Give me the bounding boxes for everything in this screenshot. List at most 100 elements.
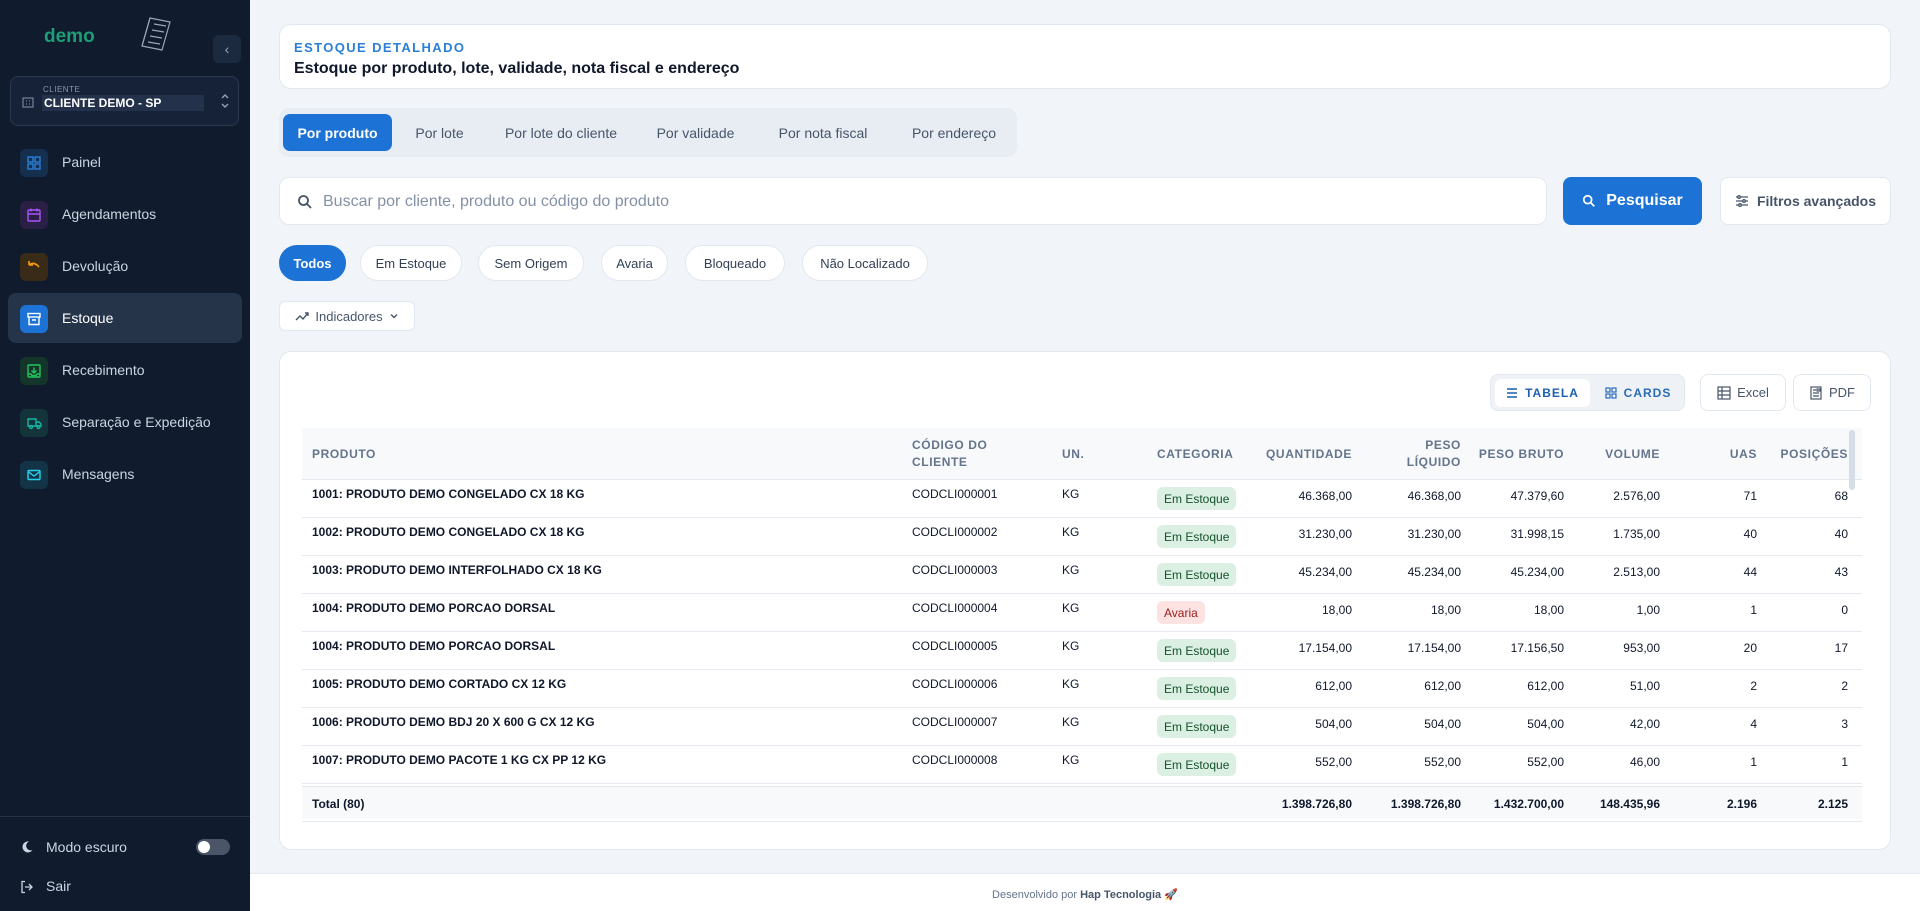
table-scrollbar[interactable] [1849,430,1855,490]
view-tabs: Por produto Por lote Por lote do cliente… [279,108,1017,157]
cell-posicoes: 17 [1834,641,1848,655]
sidebar-item-label: Recebimento [62,362,145,378]
table-row[interactable]: 1004: PRODUTO DEMO PORCAO DORSAL CODCLI00… [302,632,1862,670]
chip-todos[interactable]: Todos [279,245,346,281]
client-label: CLIENTE [43,85,81,94]
advanced-filters-button[interactable]: Filtros avançados [1720,177,1891,225]
column-header-unidade[interactable]: UN. [1062,428,1122,480]
sidebar-item-label: Agendamentos [62,206,157,222]
cell-produto: 1004: PRODUTO DEMO PORCAO DORSAL [312,601,556,615]
footer-brand-link[interactable]: Hap Tecnologia [1080,889,1161,901]
client-name: CLIENTE DEMO - SP [42,95,204,111]
logout-button[interactable]: Sair [20,877,120,897]
cell-codigo-cliente: CODCLI000006 [912,677,998,691]
document-icon [1810,385,1822,400]
sidebar-item-devolucao[interactable]: Devolução [8,241,242,291]
view-table-label: TABELA [1525,386,1579,400]
cell-produto: 1004: PRODUTO DEMO PORCAO DORSAL [312,639,556,653]
cell-codigo-cliente: CODCLI000001 [912,487,998,501]
cell-unidade: KG [1062,639,1080,653]
table-row[interactable]: 1006: PRODUTO DEMO BDJ 20 X 600 G CX 12 … [302,708,1862,746]
cell-uas: 4 [1750,717,1757,731]
undo-icon [20,253,48,281]
sidebar-item-mensagens[interactable]: Mensagens [8,449,242,499]
sidebar-item-agendamentos[interactable]: Agendamentos [8,189,242,239]
column-header-volume[interactable]: VOLUME [1572,428,1660,480]
cell-peso-bruto: 552,00 [1527,755,1564,769]
chip-em-estoque[interactable]: Em Estoque [360,245,462,281]
tab-por-nota-fiscal[interactable]: Por nota fiscal [755,114,891,151]
cell-codigo-cliente: CODCLI000007 [912,715,998,729]
sidebar-item-label: Painel [62,154,101,170]
search-input[interactable] [323,190,1523,214]
sidebar-item-separacao-expedicao[interactable]: Separação e Expedição [8,397,242,447]
column-header-quantidade[interactable]: QUANTIDADE [1252,428,1352,480]
sidebar-item-estoque[interactable]: Estoque [8,293,242,343]
cell-codigo-cliente: CODCLI000008 [912,753,998,767]
collapse-sidebar-button[interactable]: ‹ [213,35,241,63]
cell-uas: 20 [1743,641,1757,655]
table-row[interactable]: 1002: PRODUTO DEMO CONGELADO CX 18 KG COD… [302,518,1862,556]
view-table-button[interactable]: TABELA [1495,379,1590,407]
cell-produto: 1006: PRODUTO DEMO BDJ 20 X 600 G CX 12 … [312,715,595,729]
footer-prefix: Desenvolvido por [992,889,1078,901]
page-header: ESTOQUE DETALHADO Estoque por produto, l… [279,24,1891,89]
chip-avaria[interactable]: Avaria [601,245,668,281]
column-header-posicoes[interactable]: POSIÇÕES [1762,428,1848,480]
column-header-peso-bruto[interactable]: PESO BRUTO [1462,428,1564,480]
column-header-codigo-cliente[interactable]: CÓDIGO DO CLIENTE [912,428,1022,480]
cell-codigo-cliente: CODCLI000004 [912,601,998,615]
column-header-uas[interactable]: UAS [1682,428,1757,480]
search-button-label: Pesquisar [1606,192,1683,209]
indicators-dropdown[interactable]: Indicadores [279,301,415,331]
cell-produto: 1005: PRODUTO DEMO CORTADO CX 12 KG [312,677,567,691]
table-row[interactable]: 1005: PRODUTO DEMO CORTADO CX 12 KG CODCL… [302,670,1862,708]
tab-por-lote[interactable]: Por lote [396,114,483,151]
status-badge: Em Estoque [1157,715,1237,738]
cell-unidade: KG [1062,715,1080,729]
cell-quantidade: 45.234,00 [1298,565,1352,579]
search-icon [298,195,312,209]
footer-credit: Desenvolvido por Hap Tecnologia 🚀 [250,888,1920,901]
tab-por-produto[interactable]: Por produto [283,114,392,151]
sidebar-item-recebimento[interactable]: Recebimento [8,345,242,395]
column-header-categoria[interactable]: CATEGORIA [1157,428,1257,480]
dark-mode-toggle[interactable] [196,839,230,855]
status-badge: Avaria [1157,601,1205,624]
calendar-icon [20,201,48,229]
column-header-peso-liquido[interactable]: PESO LÍQUIDO [1387,428,1461,480]
cell-peso-liquido: 18,00 [1430,603,1461,617]
tab-por-endereco[interactable]: Por endereço [895,114,1013,151]
table-header: PRODUTO CÓDIGO DO CLIENTE UN. CATEGORIA … [302,428,1862,480]
column-header-produto[interactable]: PRODUTO [312,428,612,480]
cell-posicoes: 2 [1841,679,1848,693]
tab-por-validade[interactable]: Por validade [640,114,751,151]
spreadsheet-icon [1717,385,1731,400]
chip-bloqueado[interactable]: Bloqueado [685,245,785,281]
cell-uas: 2 [1750,679,1757,693]
cell-peso-liquido: 31.230,00 [1407,527,1461,541]
cell-peso-bruto: 504,00 [1527,717,1564,731]
status-badge: Em Estoque [1157,753,1237,776]
chip-sem-origem[interactable]: Sem Origem [478,245,584,281]
table-row[interactable]: 1004: PRODUTO DEMO PORCAO DORSAL CODCLI00… [302,594,1862,632]
tab-por-lote-do-cliente[interactable]: Por lote do cliente [487,114,635,151]
table-row[interactable]: 1007: PRODUTO DEMO PACOTE 1 KG CX PP 12 … [302,746,1862,784]
table-row[interactable]: 1001: PRODUTO DEMO CONGELADO CX 18 KG COD… [302,480,1862,518]
export-pdf-button[interactable]: PDF [1793,374,1871,411]
client-selector[interactable]: CLIENTE CLIENTE DEMO - SP [10,76,239,126]
cell-peso-bruto: 612,00 [1527,679,1564,693]
view-cards-button[interactable]: CARDS [1594,379,1682,407]
export-excel-label: Excel [1737,385,1769,400]
search-button[interactable]: Pesquisar [1563,177,1702,225]
sidebar-item-painel[interactable]: Painel [8,137,242,187]
export-excel-button[interactable]: Excel [1700,374,1786,411]
view-mode-toggle: TABELA CARDS [1490,374,1685,411]
chip-nao-localizado[interactable]: Não Localizado [802,245,928,281]
status-badge: Em Estoque [1157,487,1237,510]
table-row[interactable]: 1003: PRODUTO DEMO INTERFOLHADO CX 18 KG… [302,556,1862,594]
cell-posicoes: 68 [1834,489,1848,503]
search-icon [1583,194,1596,207]
total-posicoes: 2.125 [1817,797,1848,811]
cell-volume: 51,00 [1629,679,1660,693]
